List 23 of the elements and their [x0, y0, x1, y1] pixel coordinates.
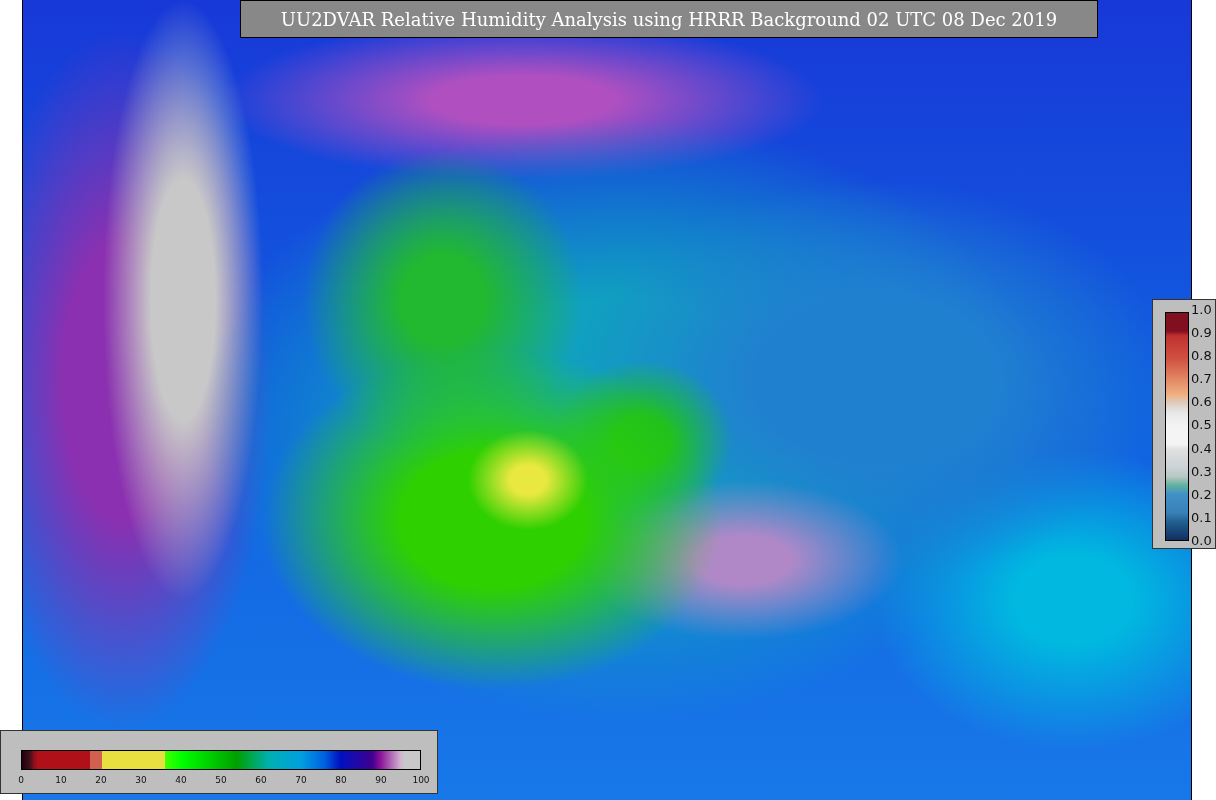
tick-label: 60	[255, 775, 267, 785]
tick-label: 0.8	[1191, 348, 1212, 364]
tick-label: 70	[295, 775, 307, 785]
tick-label: 100	[412, 775, 430, 785]
tick-label: 0.3	[1191, 463, 1212, 479]
tick-label: 1.0	[1191, 302, 1212, 317]
tick-label: 80	[335, 775, 347, 785]
map-title: UU2DVAR Relative Humidity Analysis using HRRR Background 02 UTC 08 Dec 2019	[240, 0, 1098, 38]
tick-label: 50	[215, 775, 227, 785]
tick-label: 30	[135, 775, 147, 785]
tick-label: 90	[375, 775, 387, 785]
tick-label: 0.7	[1191, 371, 1212, 387]
tick-label: 0.0	[1191, 532, 1212, 548]
tick-label: 10	[55, 775, 67, 785]
tick-label: 0.6	[1191, 394, 1212, 410]
tick-label: 0	[18, 775, 24, 785]
tick-label: 0.2	[1191, 486, 1212, 502]
tick-label: 0.1	[1191, 509, 1212, 525]
tick-label: 0.5	[1191, 417, 1212, 433]
tick-label: 0.9	[1191, 325, 1212, 341]
tick-label: 40	[175, 775, 187, 785]
tick-label: 0.4	[1191, 440, 1212, 456]
tick-label: 20	[95, 775, 107, 785]
